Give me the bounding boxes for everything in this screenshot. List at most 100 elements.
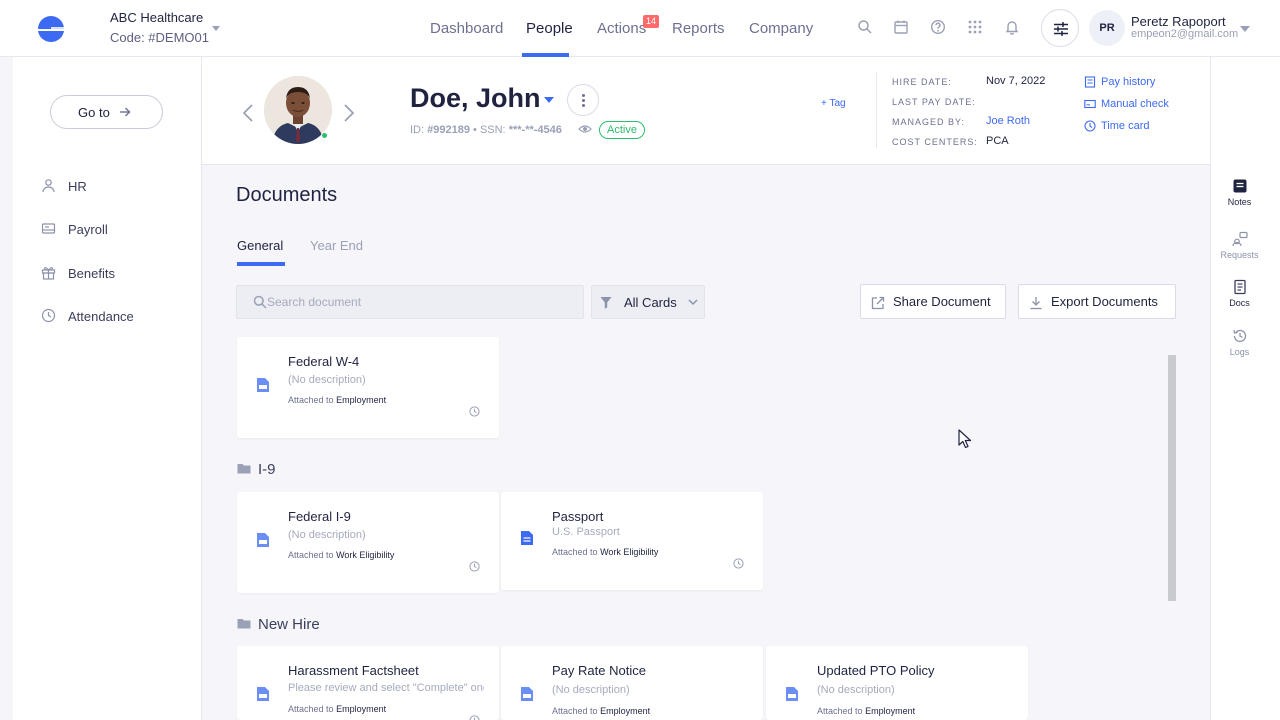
help-icon[interactable] <box>930 19 946 35</box>
chevron-left-icon[interactable] <box>243 104 253 122</box>
chevron-down-icon <box>688 299 698 306</box>
folder-name: I-9 <box>258 461 276 478</box>
filter-settings-button[interactable] <box>1041 9 1079 47</box>
divider <box>876 72 877 148</box>
attached-prefix: Attached to <box>552 706 598 716</box>
tab-general[interactable]: General <box>237 238 283 253</box>
folder-icon <box>237 619 251 629</box>
document-card-pay-rate-notice[interactable]: Pay Rate Notice (No description) Attache… <box>501 646 763 720</box>
nav-actions[interactable]: Actions <box>597 20 646 37</box>
filter-icon <box>600 297 612 309</box>
company-switcher[interactable]: ABC Healthcare Code: #DEMO01 <box>110 10 209 45</box>
attached-prefix: Attached to <box>288 704 334 714</box>
id-label: ID: <box>410 124 425 136</box>
user-name[interactable]: Peretz Rapoport <box>1131 14 1226 29</box>
nav-reports[interactable]: Reports <box>672 20 725 37</box>
nav-dashboard[interactable]: Dashboard <box>430 20 503 37</box>
eye-icon[interactable] <box>578 123 592 135</box>
export-documents-button[interactable]: Export Documents <box>1018 284 1176 319</box>
attached-prefix: Attached to <box>552 547 598 557</box>
nav-people[interactable]: People <box>526 20 573 37</box>
document-description: Please review and select "Complete" once <box>288 682 484 694</box>
document-description: U.S. Passport <box>552 526 620 538</box>
online-status-dot <box>321 132 328 139</box>
hire-date-label: HIRE DATE: <box>892 77 952 87</box>
manual-check-label: Manual check <box>1101 98 1169 110</box>
rail-item-label: Logs <box>1229 347 1250 357</box>
pdf-icon <box>257 687 269 701</box>
tab-year-end[interactable]: Year End <box>310 238 363 253</box>
attached-prefix: Attached to <box>288 395 334 405</box>
nav-company[interactable]: Company <box>749 20 813 37</box>
pdf-icon <box>257 533 269 547</box>
document-card-passport[interactable]: Passport U.S. Passport Attached to Work … <box>501 492 763 590</box>
document-title: Passport <box>552 509 604 524</box>
rail-item-requests[interactable]: Requests <box>1211 231 1268 260</box>
sidebar-item-label: Payroll <box>68 222 108 237</box>
clock-icon[interactable] <box>469 406 480 417</box>
attached-category: Employment <box>600 706 651 716</box>
payroll-icon <box>41 223 56 234</box>
clock-icon <box>1084 120 1096 132</box>
document-icon <box>521 531 533 545</box>
document-attachment: Attached to Work Eligibility <box>552 547 658 557</box>
document-title: Federal W-4 <box>288 354 360 369</box>
folder-icon <box>237 464 251 474</box>
history-icon <box>1232 329 1246 343</box>
mouse-cursor-icon <box>958 429 972 449</box>
left-sidebar: Go to HR Payroll Benefits Attendance <box>13 57 202 720</box>
document-card-federal-i9[interactable]: Federal I-9 (No description) Attached to… <box>237 492 499 593</box>
chevron-down-icon[interactable] <box>212 26 220 31</box>
document-card-harassment-factsheet[interactable]: Harassment Factsheet Please review and s… <box>237 646 499 720</box>
check-icon <box>1084 99 1096 109</box>
document-card-updated-pto-policy[interactable]: Updated PTO Policy (No description) Atta… <box>766 646 1028 720</box>
share-icon <box>871 296 885 310</box>
hire-date-value: Nov 7, 2022 <box>986 75 1046 87</box>
share-document-button[interactable]: Share Document <box>860 284 1006 319</box>
user-email: empeon2@gmail.com <box>1131 28 1239 40</box>
document-card-federal-w4[interactable]: Federal W-4 (No description) Attached to… <box>237 337 499 438</box>
attached-category: Work Eligibility <box>336 550 395 560</box>
search-icon[interactable] <box>857 19 873 35</box>
employee-name[interactable]: Doe, John <box>410 83 541 114</box>
sidebar-item-label: Attendance <box>68 309 134 324</box>
time-card-label: Time card <box>1101 120 1150 132</box>
document-description: (No description) <box>288 529 366 541</box>
chevron-right-icon[interactable] <box>344 104 354 122</box>
people-icon <box>42 179 55 193</box>
scrollbar[interactable] <box>1168 355 1176 601</box>
cost-centers-value: PCA <box>986 135 1009 147</box>
manager-link[interactable]: Joe Roth <box>986 115 1030 127</box>
user-avatar[interactable]: PR <box>1089 10 1125 46</box>
document-attachment: Attached to Employment <box>288 395 386 405</box>
status-badge: Active <box>599 121 645 139</box>
employee-meta: ID: #992189 • SSN: ***-**-4546 <box>410 124 562 136</box>
attached-category: Employment <box>336 704 387 714</box>
rail-item-docs[interactable]: Docs <box>1211 279 1268 308</box>
employee-id: #992189 <box>427 124 470 136</box>
download-icon <box>1030 297 1042 310</box>
page-title: Documents <box>236 184 338 206</box>
more-options-button[interactable] <box>567 84 599 116</box>
gift-icon <box>41 266 56 280</box>
right-rail: Notes Requests Docs Logs <box>1210 57 1280 720</box>
sidebar-item-label: Benefits <box>68 266 115 281</box>
clock-icon[interactable] <box>469 715 480 720</box>
ssn-label: SSN: <box>479 124 506 136</box>
chevron-down-icon[interactable] <box>544 97 554 103</box>
search-input[interactable] <box>267 286 567 318</box>
add-tag-link[interactable]: + Tag <box>821 98 846 109</box>
calendar-icon[interactable] <box>893 19 909 35</box>
rail-item-notes[interactable]: Notes <box>1211 178 1268 207</box>
chevron-down-icon[interactable] <box>1240 26 1250 32</box>
bell-icon[interactable] <box>1004 19 1020 35</box>
apps-icon[interactable] <box>967 19 983 35</box>
go-to-button[interactable]: Go to <box>50 95 163 129</box>
card-filter-dropdown[interactable]: All Cards <box>591 285 705 319</box>
clock-icon[interactable] <box>469 561 480 572</box>
rail-item-logs[interactable]: Logs <box>1211 328 1268 357</box>
app-logo-icon[interactable] <box>38 16 64 42</box>
active-tab-indicator <box>237 262 285 266</box>
clock-icon[interactable] <box>733 558 744 569</box>
pdf-icon <box>521 687 533 701</box>
